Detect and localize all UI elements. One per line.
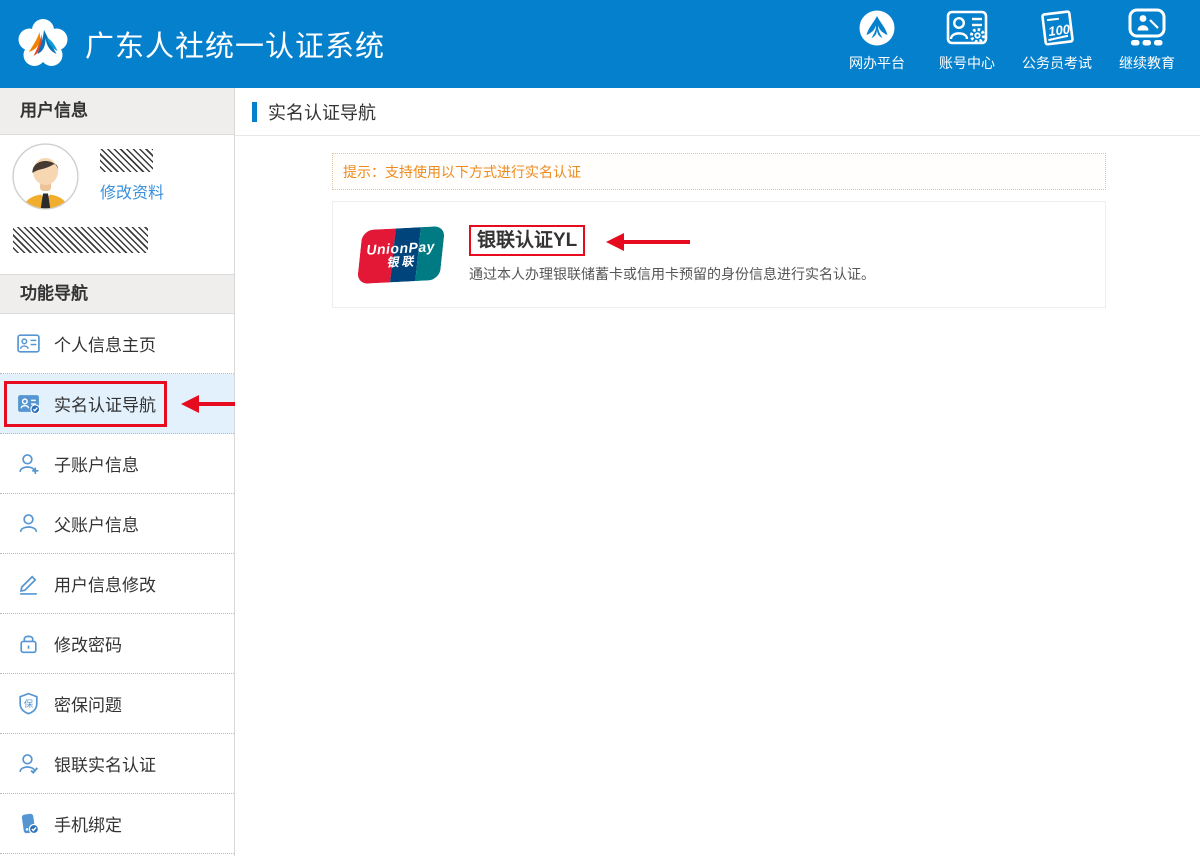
sidebar-item-label: 密保问题	[54, 696, 122, 715]
sidebar-item-sub-account-info[interactable]: 子账户信息	[0, 434, 234, 494]
sidebar-item-user-info-edit[interactable]: 用户信息修改	[0, 554, 234, 614]
auth-method-card[interactable]: UnionPay 银联 银联认证YL 通过本人办理银联储蓄卡或信用卡预留的身份信…	[332, 201, 1106, 308]
unionpay-logo: UnionPay 银联	[356, 225, 446, 284]
sidebar-item-personal-info-home[interactable]: 个人信息主页	[0, 314, 234, 374]
account-card-gear-icon	[945, 7, 989, 49]
method-info: 银联认证YL 通过本人办理银联储蓄卡或信用卡预留的身份信息进行实名认证。	[469, 225, 875, 284]
redacted-id-number	[13, 227, 148, 253]
sidebar-item-label: 子账户信息	[54, 456, 139, 475]
phone-check-icon	[15, 811, 41, 837]
page: 广东人社统一认证系统 网办平台 账号中心 100 公务员考试 继续教育 用户信息	[0, 0, 1200, 856]
top-nav-continuing-education[interactable]: 继续教育	[1102, 7, 1192, 73]
user-check-icon	[15, 751, 41, 777]
app-title: 广东人社统一认证系统	[85, 31, 386, 63]
unionpay-auth-link[interactable]: 银联认证YL	[469, 225, 586, 256]
header-nav: 网办平台 账号中心 100 公务员考试 继续教育	[832, 7, 1192, 73]
sidebar-item-label: 个人信息主页	[54, 336, 156, 355]
unionpay-logo-text-cn: 银联	[386, 253, 417, 270]
top-nav-online-platform[interactable]: 网办平台	[832, 7, 922, 73]
sidebar-item-realname-auth-nav[interactable]: 实名认证导航	[0, 374, 273, 434]
user-icon	[15, 511, 41, 537]
sidebar: 用户信息 修改资料 功能导航 个人信息主页 实名认证导航 子账户信息 父账户信息…	[0, 88, 273, 856]
lock-icon	[15, 631, 41, 657]
svg-text:保: 保	[23, 698, 33, 709]
top-nav-label: 账号中心	[939, 55, 995, 71]
id-card-check-icon	[15, 391, 41, 417]
sidebar-item-label: 实名认证导航	[54, 396, 156, 415]
title-accent-bar	[252, 101, 257, 122]
top-nav-account-center[interactable]: 账号中心	[922, 7, 1012, 73]
header: 广东人社统一认证系统 网办平台 账号中心 100 公务员考试 继续教育	[0, 0, 1200, 88]
sidebar-item-security-question[interactable]: 保 密保问题	[0, 674, 234, 734]
top-nav-label: 网办平台	[849, 55, 905, 71]
pencil-icon	[15, 571, 41, 597]
method-description: 通过本人办理银联储蓄卡或信用卡预留的身份信息进行实名认证。	[469, 266, 875, 282]
id-badge-icon	[15, 331, 41, 357]
sidebar-item-label: 父账户信息	[54, 516, 139, 535]
teaching-board-icon	[1125, 7, 1169, 49]
user-plus-icon	[15, 451, 41, 477]
sidebar-item-label: 银联实名认证	[54, 756, 156, 775]
sidebar-item-label: 修改密码	[54, 636, 122, 655]
sidebar-item-parent-account-info[interactable]: 父账户信息	[0, 494, 234, 554]
notice-bar: 提示：支持使用以下方式进行实名认证	[332, 153, 1106, 190]
method-title-row: 银联认证YL	[469, 225, 875, 256]
main-content: 实名认证导航 提示：支持使用以下方式进行实名认证 UnionPay 银联 银联认…	[235, 88, 1200, 856]
top-nav-civil-service-exam[interactable]: 100 公务员考试	[1012, 7, 1102, 73]
sidebar-item-change-password[interactable]: 修改密码	[0, 614, 234, 674]
sidebar-item-unionpay-realname-auth[interactable]: 银联实名认证	[0, 734, 234, 794]
edit-profile-link[interactable]: 修改资料	[100, 179, 164, 203]
shield-bao-icon: 保	[15, 691, 41, 717]
sidebar-item-label: 手机绑定	[54, 816, 122, 835]
top-nav-label: 公务员考试	[1022, 55, 1092, 71]
sidebar-item-phone-binding[interactable]: 手机绑定	[0, 794, 234, 854]
user-section-title: 用户信息	[0, 88, 234, 135]
annotation-arrow-main	[605, 232, 690, 251]
portal-globe-icon	[858, 7, 896, 49]
kapok-flower-logo	[16, 17, 70, 71]
top-nav-label: 继续教育	[1119, 55, 1175, 71]
page-title: 实名认证导航	[268, 102, 376, 123]
user-info-block: 修改资料	[0, 135, 234, 274]
sidebar-item-label: 用户信息修改	[54, 576, 156, 595]
page-title-row: 实名认证导航	[235, 88, 1200, 136]
avatar	[12, 143, 79, 210]
sidebar-menu: 个人信息主页 实名认证导航 子账户信息父账户信息用户信息修改 修改密码保 密保问题银联实…	[0, 314, 273, 854]
nav-section-title: 功能导航	[0, 274, 234, 314]
redacted-username	[100, 149, 153, 172]
exam-score-icon: 100	[1037, 7, 1077, 49]
